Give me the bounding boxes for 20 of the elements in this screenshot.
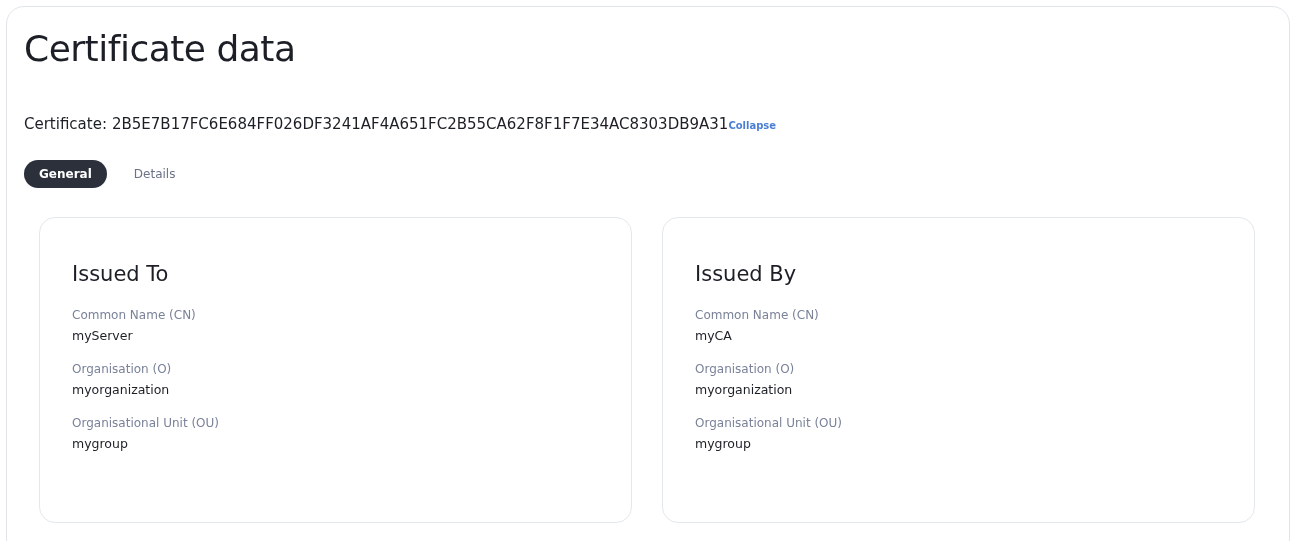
field-value: mygroup (72, 436, 129, 451)
page-title: Certificate data (24, 27, 297, 71)
field-value: mygroup (695, 436, 752, 451)
field-label: Organisation (O) (695, 362, 796, 376)
field-value: myCA (695, 328, 733, 343)
field-label: Organisation (O) (72, 362, 173, 376)
field-value: myServer (72, 328, 134, 343)
tab[interactable]: General (24, 160, 107, 188)
certificate-label: Certificate: (24, 115, 107, 133)
field-value: myorganization (72, 382, 171, 397)
card-title: Issued By (695, 262, 798, 286)
field-value: myorganization (695, 382, 794, 397)
collapse-link[interactable]: Collapse (728, 120, 777, 131)
card-title: Issued To (72, 262, 170, 286)
field-label: Organisational Unit (OU) (695, 416, 843, 430)
field-label: Common Name (CN) (72, 308, 197, 322)
field-label: Common Name (CN) (695, 308, 820, 322)
certificate-value: 2B5E7B17FC6E684FF026DF3241AF4A651FC2B55CA62F8F1F7E34AC8303DB9A31 (111, 115, 729, 133)
field-label: Organisational Unit (OU) (72, 416, 220, 430)
tab[interactable]: Details (118, 160, 191, 188)
